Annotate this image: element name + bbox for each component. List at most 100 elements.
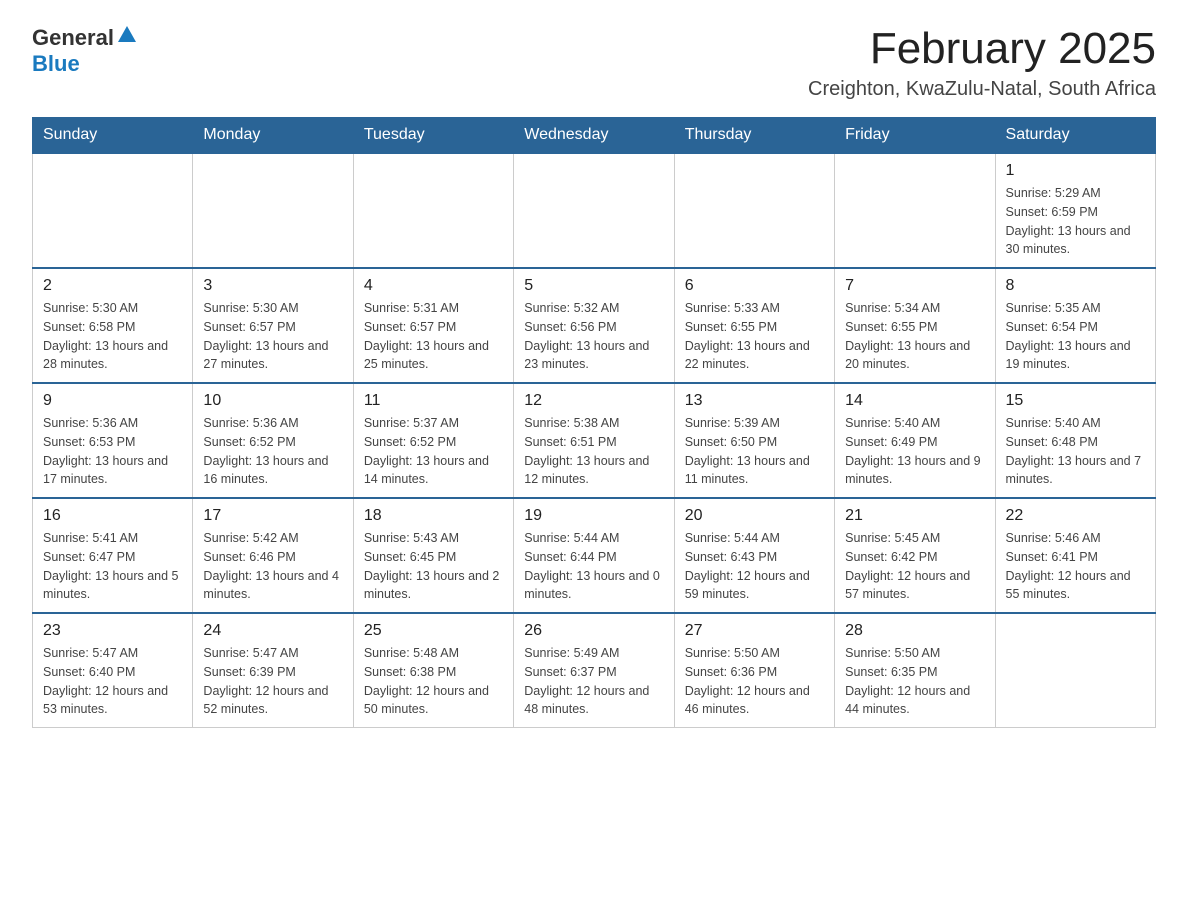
calendar-cell: 22 Sunrise: 5:46 AM Sunset: 6:41 PM Dayli… [995, 498, 1155, 613]
header-row: Sunday Monday Tuesday Wednesday Thursday… [33, 118, 1156, 154]
day-info: Sunrise: 5:43 AM Sunset: 6:45 PM Dayligh… [364, 529, 503, 604]
day-number: 27 [685, 622, 824, 640]
day-number: 20 [685, 507, 824, 525]
day-info: Sunrise: 5:29 AM Sunset: 6:59 PM Dayligh… [1006, 184, 1145, 259]
title-block: February 2025 Creighton, KwaZulu-Natal, … [808, 24, 1156, 101]
calendar-cell [33, 153, 193, 268]
header-thursday: Thursday [674, 118, 834, 154]
calendar-cell [835, 153, 995, 268]
calendar-subtitle: Creighton, KwaZulu-Natal, South Africa [808, 78, 1156, 101]
day-number: 26 [524, 622, 663, 640]
day-number: 4 [364, 277, 503, 295]
calendar-header: Sunday Monday Tuesday Wednesday Thursday… [33, 118, 1156, 154]
calendar-cell [514, 153, 674, 268]
day-info: Sunrise: 5:33 AM Sunset: 6:55 PM Dayligh… [685, 299, 824, 374]
day-info: Sunrise: 5:47 AM Sunset: 6:40 PM Dayligh… [43, 644, 182, 719]
calendar-cell: 2 Sunrise: 5:30 AM Sunset: 6:58 PM Daylig… [33, 268, 193, 383]
calendar-cell: 25Sunrise: 5:48 AM Sunset: 6:38 PM Dayli… [353, 613, 513, 728]
day-info: Sunrise: 5:44 AM Sunset: 6:43 PM Dayligh… [685, 529, 824, 604]
day-number: 23 [43, 622, 182, 640]
day-number: 22 [1006, 507, 1145, 525]
header-sunday: Sunday [33, 118, 193, 154]
header-monday: Monday [193, 118, 353, 154]
day-number: 3 [203, 277, 342, 295]
logo: General Blue [32, 24, 138, 77]
calendar-cell: 1 Sunrise: 5:29 AM Sunset: 6:59 PM Daylig… [995, 153, 1155, 268]
calendar-cell: 21 Sunrise: 5:45 AM Sunset: 6:42 PM Dayli… [835, 498, 995, 613]
day-number: 21 [845, 507, 984, 525]
calendar-cell: 6 Sunrise: 5:33 AM Sunset: 6:55 PM Daylig… [674, 268, 834, 383]
calendar-cell: 9Sunrise: 5:36 AM Sunset: 6:53 PM Daylig… [33, 383, 193, 498]
day-number: 11 [364, 392, 503, 410]
day-info: Sunrise: 5:42 AM Sunset: 6:46 PM Dayligh… [203, 529, 342, 604]
day-number: 9 [43, 392, 182, 410]
calendar-cell: 26 Sunrise: 5:49 AM Sunset: 6:37 PM Dayli… [514, 613, 674, 728]
day-number: 13 [685, 392, 824, 410]
calendar-cell: 27Sunrise: 5:50 AM Sunset: 6:36 PM Dayli… [674, 613, 834, 728]
calendar-cell [193, 153, 353, 268]
calendar-cell: 19 Sunrise: 5:44 AM Sunset: 6:44 PM Dayli… [514, 498, 674, 613]
day-number: 24 [203, 622, 342, 640]
calendar-cell: 23 Sunrise: 5:47 AM Sunset: 6:40 PM Dayli… [33, 613, 193, 728]
calendar-cell: 3Sunrise: 5:30 AM Sunset: 6:57 PM Daylig… [193, 268, 353, 383]
header-saturday: Saturday [995, 118, 1155, 154]
day-info: Sunrise: 5:38 AM Sunset: 6:51 PM Dayligh… [524, 414, 663, 489]
calendar-cell: 11 Sunrise: 5:37 AM Sunset: 6:52 PM Dayli… [353, 383, 513, 498]
day-number: 28 [845, 622, 984, 640]
calendar-cell: 5 Sunrise: 5:32 AM Sunset: 6:56 PM Daylig… [514, 268, 674, 383]
day-number: 16 [43, 507, 182, 525]
day-number: 2 [43, 277, 182, 295]
calendar-cell: 4Sunrise: 5:31 AM Sunset: 6:57 PM Daylig… [353, 268, 513, 383]
calendar-cell: 15 Sunrise: 5:40 AM Sunset: 6:48 PM Dayli… [995, 383, 1155, 498]
day-number: 15 [1006, 392, 1145, 410]
day-info: Sunrise: 5:50 AM Sunset: 6:35 PM Dayligh… [845, 644, 984, 719]
day-info: Sunrise: 5:45 AM Sunset: 6:42 PM Dayligh… [845, 529, 984, 604]
day-number: 8 [1006, 277, 1145, 295]
day-info: Sunrise: 5:40 AM Sunset: 6:48 PM Dayligh… [1006, 414, 1145, 489]
day-number: 12 [524, 392, 663, 410]
calendar-cell: 18Sunrise: 5:43 AM Sunset: 6:45 PM Dayli… [353, 498, 513, 613]
header-tuesday: Tuesday [353, 118, 513, 154]
day-number: 25 [364, 622, 503, 640]
day-info: Sunrise: 5:47 AM Sunset: 6:39 PM Dayligh… [203, 644, 342, 719]
calendar-cell: 17 Sunrise: 5:42 AM Sunset: 6:46 PM Dayli… [193, 498, 353, 613]
calendar-week-4: 16Sunrise: 5:41 AM Sunset: 6:47 PM Dayli… [33, 498, 1156, 613]
calendar-week-1: 1 Sunrise: 5:29 AM Sunset: 6:59 PM Daylig… [33, 153, 1156, 268]
day-info: Sunrise: 5:30 AM Sunset: 6:58 PM Dayligh… [43, 299, 182, 374]
calendar-cell [674, 153, 834, 268]
day-info: Sunrise: 5:35 AM Sunset: 6:54 PM Dayligh… [1006, 299, 1145, 374]
logo-triangle-icon [116, 24, 138, 46]
day-info: Sunrise: 5:39 AM Sunset: 6:50 PM Dayligh… [685, 414, 824, 489]
calendar-table: Sunday Monday Tuesday Wednesday Thursday… [32, 117, 1156, 728]
header-wednesday: Wednesday [514, 118, 674, 154]
calendar-cell [353, 153, 513, 268]
calendar-cell [995, 613, 1155, 728]
day-number: 19 [524, 507, 663, 525]
header-friday: Friday [835, 118, 995, 154]
day-info: Sunrise: 5:46 AM Sunset: 6:41 PM Dayligh… [1006, 529, 1145, 604]
page-header: General Blue February 2025 Creighton, Kw… [32, 24, 1156, 101]
calendar-cell: 14Sunrise: 5:40 AM Sunset: 6:49 PM Dayli… [835, 383, 995, 498]
calendar-body: 1 Sunrise: 5:29 AM Sunset: 6:59 PM Daylig… [33, 153, 1156, 728]
day-number: 5 [524, 277, 663, 295]
calendar-title: February 2025 [808, 24, 1156, 74]
calendar-week-3: 9Sunrise: 5:36 AM Sunset: 6:53 PM Daylig… [33, 383, 1156, 498]
day-number: 7 [845, 277, 984, 295]
day-number: 14 [845, 392, 984, 410]
day-info: Sunrise: 5:32 AM Sunset: 6:56 PM Dayligh… [524, 299, 663, 374]
calendar-cell: 7Sunrise: 5:34 AM Sunset: 6:55 PM Daylig… [835, 268, 995, 383]
day-number: 6 [685, 277, 824, 295]
calendar-week-5: 23 Sunrise: 5:47 AM Sunset: 6:40 PM Dayli… [33, 613, 1156, 728]
calendar-cell: 20 Sunrise: 5:44 AM Sunset: 6:43 PM Dayli… [674, 498, 834, 613]
day-info: Sunrise: 5:37 AM Sunset: 6:52 PM Dayligh… [364, 414, 503, 489]
day-number: 10 [203, 392, 342, 410]
calendar-cell: 8 Sunrise: 5:35 AM Sunset: 6:54 PM Daylig… [995, 268, 1155, 383]
calendar-cell: 10Sunrise: 5:36 AM Sunset: 6:52 PM Dayli… [193, 383, 353, 498]
day-info: Sunrise: 5:44 AM Sunset: 6:44 PM Dayligh… [524, 529, 663, 604]
day-number: 1 [1006, 162, 1145, 180]
day-info: Sunrise: 5:49 AM Sunset: 6:37 PM Dayligh… [524, 644, 663, 719]
calendar-cell: 13 Sunrise: 5:39 AM Sunset: 6:50 PM Dayli… [674, 383, 834, 498]
day-number: 17 [203, 507, 342, 525]
calendar-week-2: 2 Sunrise: 5:30 AM Sunset: 6:58 PM Daylig… [33, 268, 1156, 383]
calendar-cell: 28 Sunrise: 5:50 AM Sunset: 6:35 PM Dayli… [835, 613, 995, 728]
